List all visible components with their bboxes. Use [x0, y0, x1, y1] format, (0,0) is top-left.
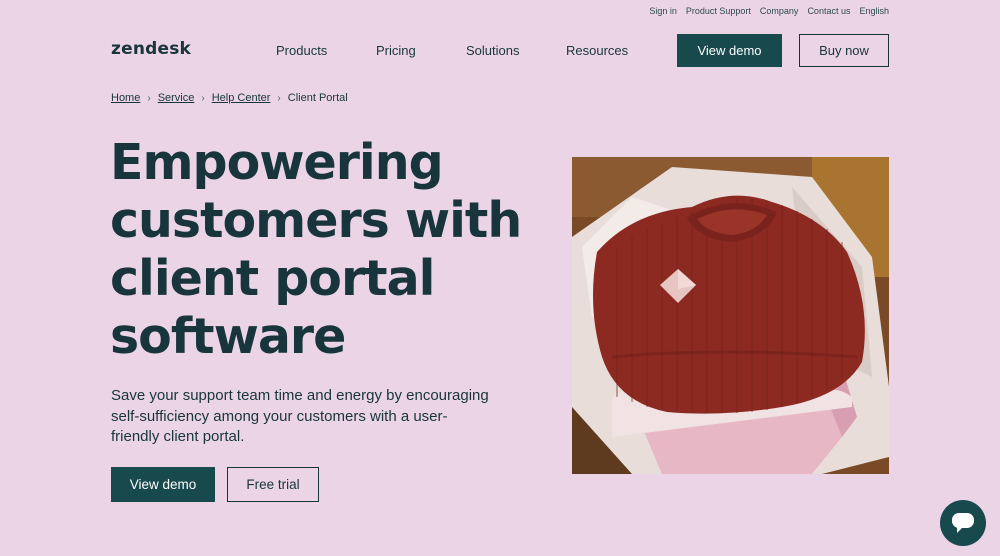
header-view-demo-button[interactable]: View demo	[677, 34, 782, 67]
title-line: software	[110, 308, 346, 365]
hero-subtitle: Save your support team time and energy b…	[111, 387, 489, 445]
main-nav: Products Pricing Solutions Resources	[276, 43, 628, 58]
breadcrumb-service[interactable]: Service	[158, 92, 195, 104]
utility-nav: Sign in Product Support Company Contact …	[649, 6, 889, 16]
breadcrumb-current: Client Portal	[287, 92, 348, 104]
chevron-right-icon: ›	[147, 92, 151, 104]
nav-products[interactable]: Products	[276, 43, 376, 58]
hero-image	[572, 157, 889, 474]
chevron-right-icon: ›	[201, 92, 205, 104]
language-selector[interactable]: English	[859, 6, 889, 16]
page-title: Empowering customers with client portal …	[110, 134, 550, 366]
title-line: client portal	[110, 250, 435, 307]
chat-bubble-icon	[952, 513, 974, 533]
nav-solutions[interactable]: Solutions	[466, 43, 566, 58]
title-line: customers with	[110, 192, 522, 249]
free-trial-button[interactable]: Free trial	[227, 467, 319, 502]
breadcrumb: Home › Service › Help Center › Client Po…	[111, 92, 348, 104]
breadcrumb-home[interactable]: Home	[111, 92, 140, 104]
chevron-right-icon: ›	[277, 92, 281, 104]
sign-in-link[interactable]: Sign in	[649, 6, 677, 16]
title-line: Empowering	[110, 134, 444, 191]
breadcrumb-help-center[interactable]: Help Center	[212, 92, 271, 104]
header-buy-now-button[interactable]: Buy now	[799, 34, 889, 67]
nav-pricing[interactable]: Pricing	[376, 43, 466, 58]
view-demo-button[interactable]: View demo	[111, 467, 215, 502]
contact-us-link[interactable]: Contact us	[807, 6, 850, 16]
zendesk-logo[interactable]: zendesk	[111, 39, 191, 59]
nav-resources[interactable]: Resources	[566, 43, 628, 58]
chat-launcher-button[interactable]	[940, 500, 986, 546]
product-support-link[interactable]: Product Support	[686, 6, 751, 16]
company-link[interactable]: Company	[760, 6, 799, 16]
